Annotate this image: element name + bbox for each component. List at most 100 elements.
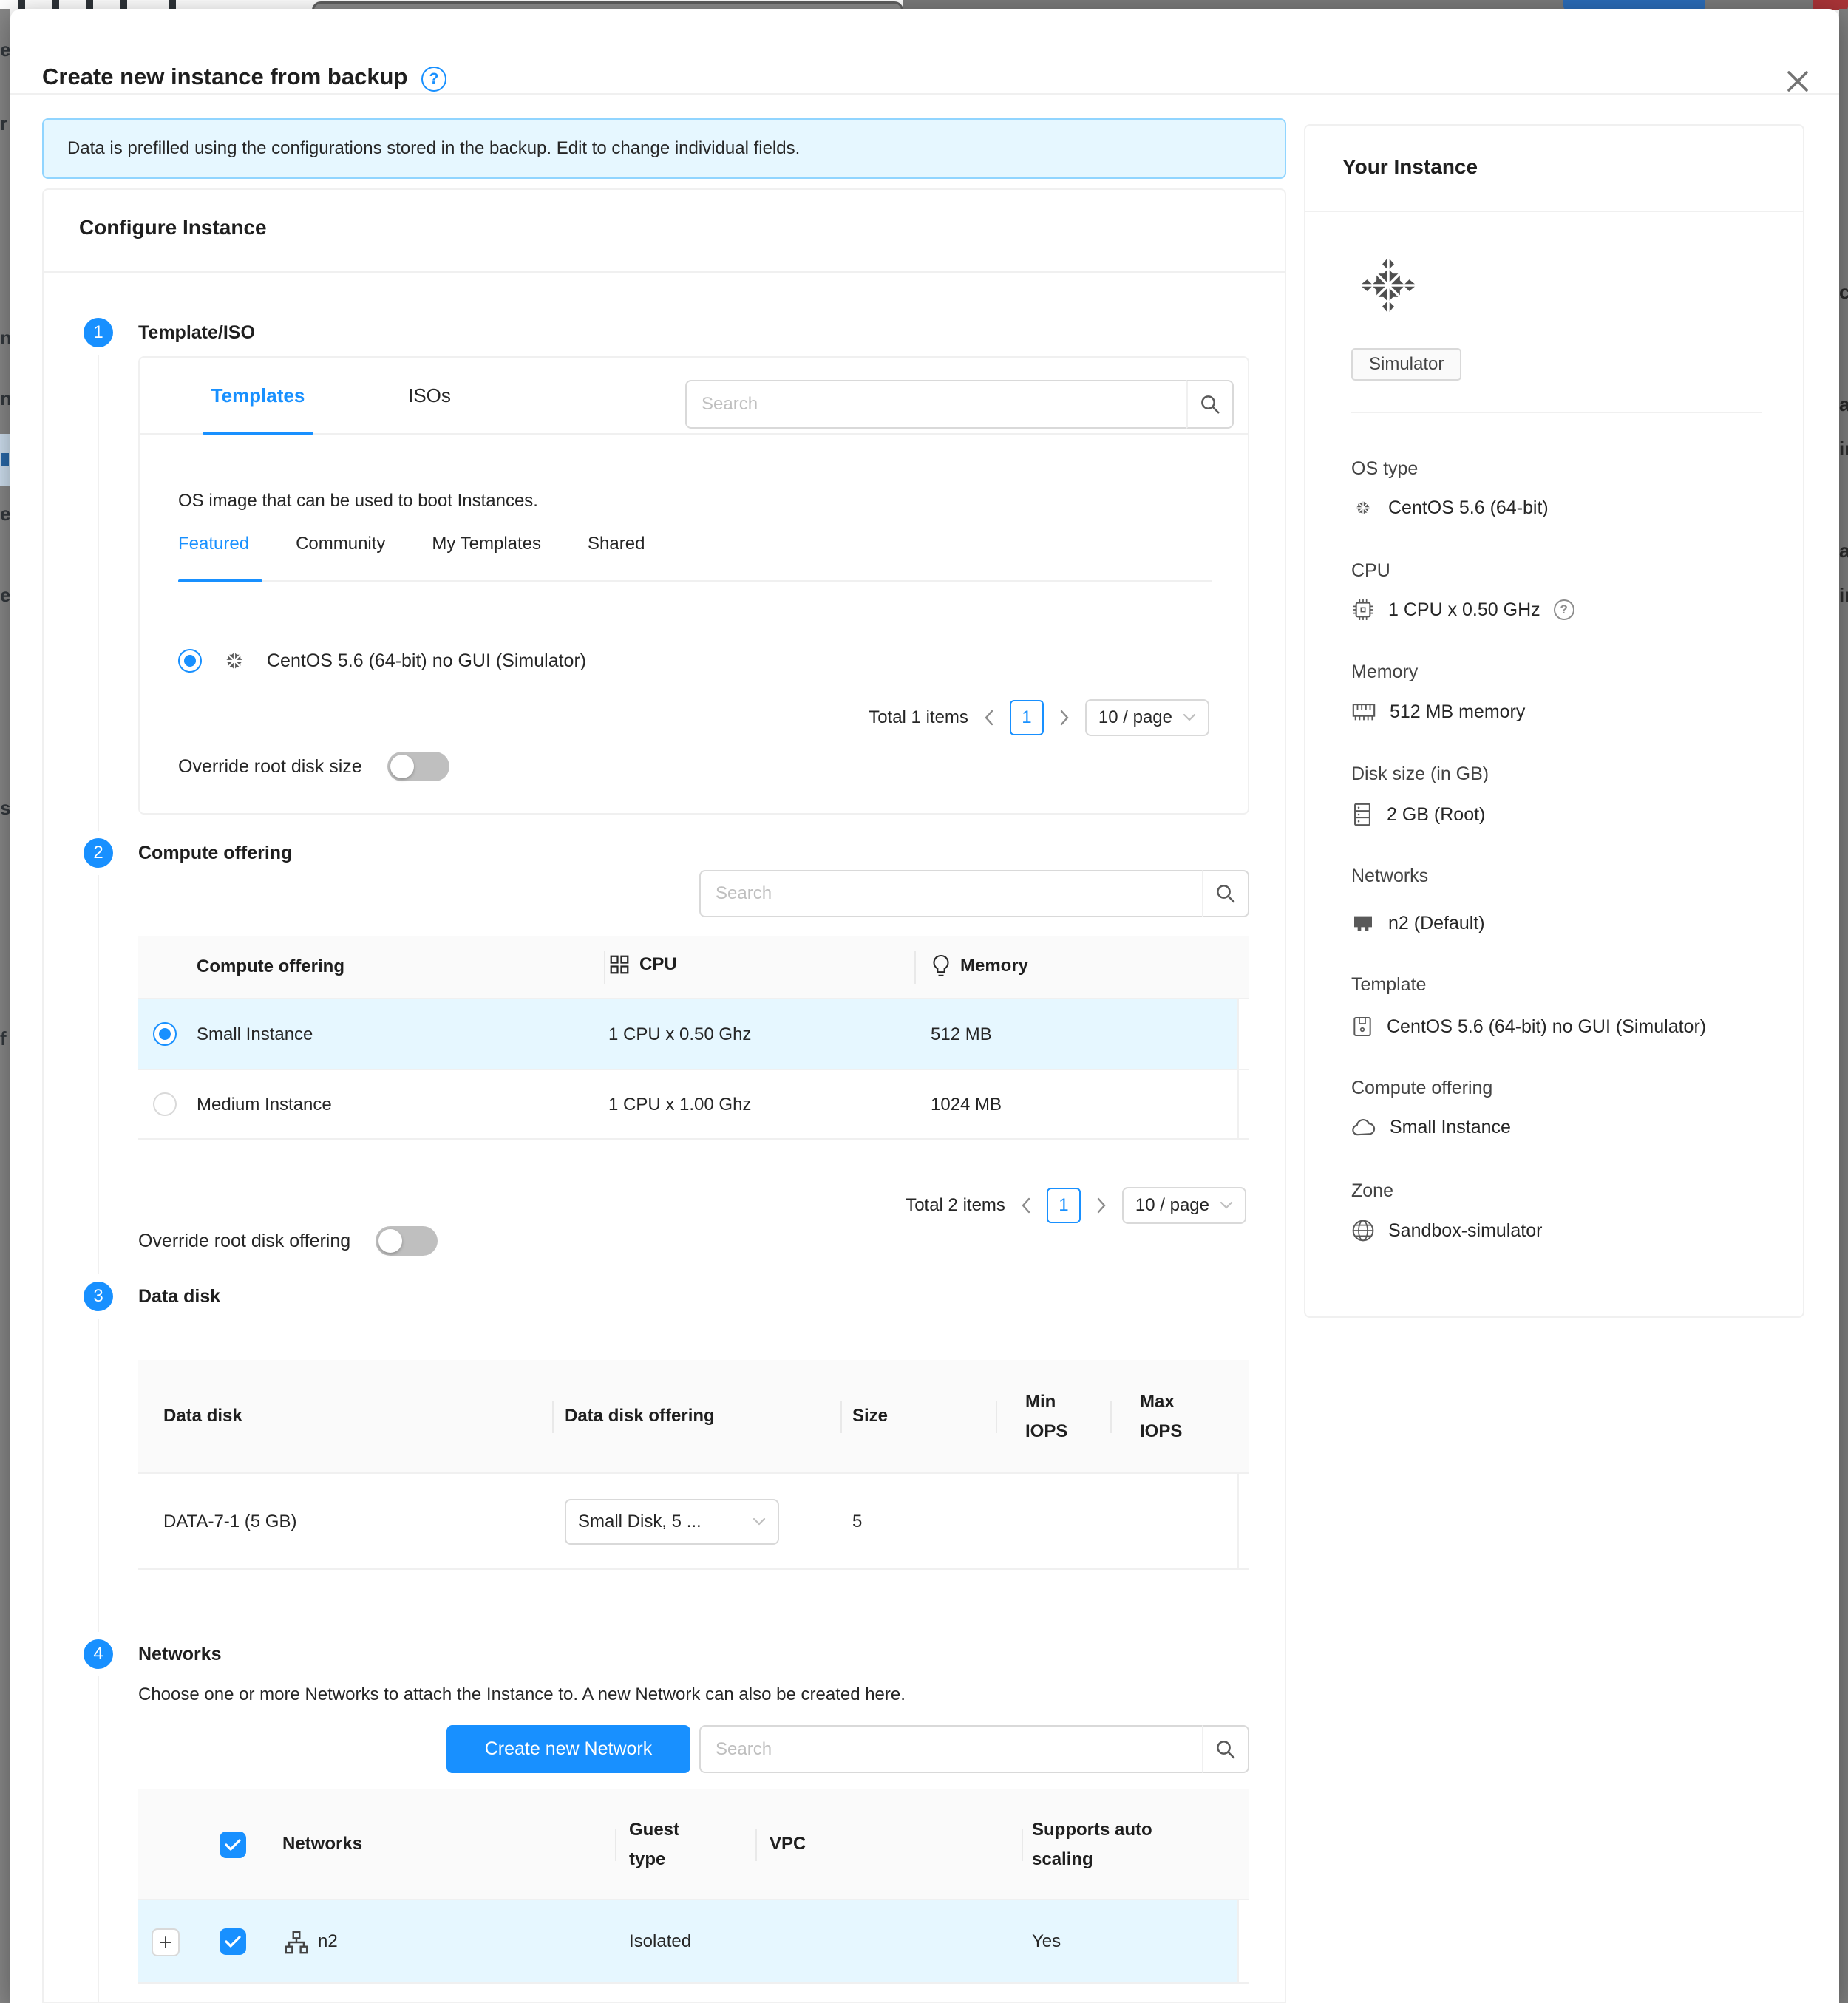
compute-radio-medium[interactable]	[153, 1092, 177, 1116]
appstore-icon	[608, 953, 631, 976]
template-search-input[interactable]	[685, 380, 1186, 429]
template-description: OS image that can be used to boot Instan…	[178, 491, 538, 511]
cpu-help-icon[interactable]: ?	[1554, 599, 1574, 620]
data-disk-table-header: Data disk Data disk offering Size Min IO…	[138, 1360, 1249, 1474]
page-size-select[interactable]: 10 / page	[1085, 699, 1209, 736]
table-scrollbar-gutter	[1237, 999, 1249, 1069]
zone-value: Sandbox-simulator	[1351, 1219, 1542, 1242]
page-size-select[interactable]: 10 / page	[1122, 1187, 1246, 1224]
compute-row-small-instance[interactable]: Small Instance 1 CPU x 0.50 Ghz 512 MB	[138, 999, 1249, 1070]
network-n2-checkbox[interactable]	[220, 1928, 246, 1955]
template-filter-tabs: Featured Community My Templates Shared	[178, 534, 645, 554]
template-search-button[interactable]	[1186, 380, 1234, 429]
create-new-network-button[interactable]: Create new Network	[446, 1725, 690, 1773]
prefill-info-banner: Data is prefilled using the configuratio…	[42, 118, 1286, 179]
data-disk-offering-select[interactable]: Small Disk, 5 ...	[565, 1499, 779, 1545]
create-instance-modal: Create new instance from backup ? Data i…	[10, 9, 1839, 2003]
centos-icon	[1351, 496, 1375, 520]
search-icon	[1215, 1738, 1237, 1761]
step-3-badge: 3	[84, 1282, 113, 1311]
column-vpc: VPC	[770, 1834, 806, 1854]
template-label: Template	[1351, 974, 1426, 996]
page-number-button[interactable]: 1	[1047, 1188, 1081, 1223]
column-networks: Networks	[282, 1834, 362, 1854]
tab-isos[interactable]: ISOs	[378, 358, 481, 433]
template-pagination: Total 1 items 1 10 / page	[869, 699, 1209, 736]
expand-row-button[interactable]	[152, 1928, 180, 1956]
subtab-shared[interactable]: Shared	[588, 534, 645, 554]
os-type-value: CentOS 5.6 (64-bit)	[1351, 496, 1549, 520]
compute-search-input[interactable]	[699, 870, 1202, 917]
pagination-total: Total 2 items	[906, 1195, 1005, 1216]
override-root-disk-offering-row: Override root disk offering	[138, 1226, 438, 1256]
divider	[44, 271, 1285, 273]
tab-templates[interactable]: Templates	[184, 358, 332, 433]
compute-row-medium-instance[interactable]: Medium Instance 1 CPU x 1.00 Ghz 1024 MB	[138, 1070, 1249, 1140]
column-size: Size	[852, 1406, 888, 1426]
compute-radio-small[interactable]	[153, 1022, 177, 1046]
template-iso-panel: Templates ISOs OS image that can be used…	[138, 356, 1249, 815]
column-data-disk: Data disk	[163, 1406, 242, 1426]
disk-size-value: 2 GB (Root)	[1351, 802, 1485, 827]
chevron-down-icon	[753, 1517, 766, 1526]
networks-value: n2 (Default)	[1351, 912, 1485, 934]
title-help-icon[interactable]: ?	[421, 67, 446, 92]
zone-label: Zone	[1351, 1180, 1393, 1202]
network-row-n2[interactable]: n2 Isolated Yes	[138, 1900, 1249, 1984]
override-root-disk-offering-label: Override root disk offering	[138, 1231, 350, 1252]
configure-instance-card: Configure Instance 1 Template/ISO Templa…	[42, 188, 1286, 2003]
networks-search-input[interactable]	[699, 1725, 1202, 1773]
modal-title: Create new instance from backup	[42, 64, 407, 90]
networks-description: Choose one or more Networks to attach th…	[138, 1684, 906, 1705]
next-page-icon[interactable]	[1057, 708, 1072, 727]
your-instance-card: Your Instance Simulator OS type CentOS 5…	[1304, 124, 1804, 1318]
prev-page-icon[interactable]	[1019, 1196, 1033, 1215]
configure-instance-title: Configure Instance	[79, 216, 267, 239]
subtab-inkbar	[178, 579, 262, 582]
column-supports-auto-scaling: Supports auto scaling	[1032, 1815, 1202, 1874]
template-radio[interactable]	[178, 649, 202, 673]
divider	[1305, 211, 1803, 212]
compute-offering-table: Compute offering CPU Memory Small Instan…	[138, 936, 1249, 1140]
subtab-featured[interactable]: Featured	[178, 534, 249, 554]
template-radio-row[interactable]: CentOS 5.6 (64-bit) no GUI (Simulator)	[178, 645, 586, 677]
table-scrollbar-gutter	[1237, 1900, 1249, 1982]
compute-search-button[interactable]	[1202, 870, 1249, 917]
centos-icon-large	[1360, 257, 1416, 313]
cpu-label: CPU	[1351, 560, 1390, 582]
template-option-label: CentOS 5.6 (64-bit) no GUI (Simulator)	[267, 650, 586, 672]
disk-icon	[1351, 802, 1373, 827]
column-compute-offering: Compute offering	[197, 956, 344, 977]
networks-search-button[interactable]	[1202, 1725, 1249, 1773]
bulb-icon	[931, 953, 951, 979]
check-icon	[225, 1935, 241, 1948]
override-root-disk-size-label: Override root disk size	[178, 756, 362, 778]
search-icon	[1215, 883, 1237, 905]
subtab-divider	[178, 580, 1212, 582]
disk-size-label: Disk size (in GB)	[1351, 764, 1489, 785]
table-scrollbar-gutter	[1237, 1474, 1249, 1568]
page-number-button[interactable]: 1	[1010, 700, 1044, 735]
background-page-right: c a in a in	[1839, 9, 1848, 2003]
step-1-label: Template/ISO	[138, 322, 255, 344]
memory-label: Memory	[1351, 662, 1418, 683]
override-root-disk-offering-toggle[interactable]	[376, 1226, 438, 1256]
subtab-my-templates[interactable]: My Templates	[432, 534, 541, 554]
compute-table-header: Compute offering CPU Memory	[138, 936, 1249, 999]
ethernet-port-icon	[1351, 912, 1375, 934]
column-guest-type: Guest type	[629, 1815, 710, 1874]
pagination-total: Total 1 items	[869, 707, 968, 728]
select-all-checkbox[interactable]	[220, 1832, 246, 1858]
prev-page-icon[interactable]	[982, 708, 996, 727]
chevron-down-icon	[1220, 1201, 1233, 1210]
data-disk-table: Data disk Data disk offering Size Min IO…	[138, 1360, 1249, 1570]
check-icon	[225, 1838, 241, 1851]
next-page-icon[interactable]	[1094, 1196, 1109, 1215]
step-2-badge: 2	[84, 838, 113, 868]
background-page-left: e r n n e ec s f	[0, 9, 10, 2003]
networks-table-header: Networks Guest type VPC Supports auto sc…	[138, 1789, 1249, 1900]
column-cpu: CPU	[639, 954, 677, 975]
close-icon[interactable]	[1783, 67, 1813, 96]
override-root-disk-size-toggle[interactable]	[387, 752, 449, 781]
subtab-community[interactable]: Community	[296, 534, 385, 554]
